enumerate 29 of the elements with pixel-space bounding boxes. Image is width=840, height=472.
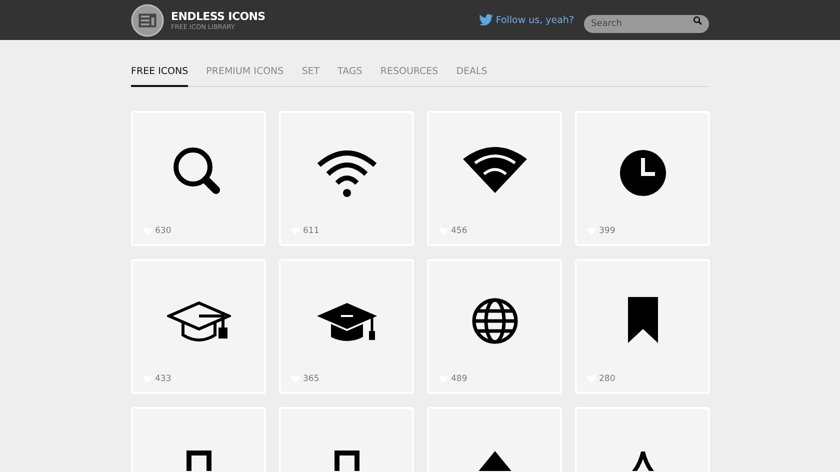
like-count: 611 <box>303 226 320 236</box>
search-icon[interactable] <box>693 16 702 24</box>
site-title[interactable]: ENDLESS ICONS <box>171 10 266 22</box>
logo-icon[interactable] <box>131 4 164 36</box>
nav-tab[interactable]: FREE ICONS <box>131 64 188 87</box>
icon-card[interactable]: 280 <box>575 259 710 394</box>
icon-card[interactable]: 630 <box>131 111 266 246</box>
nav-tab[interactable]: SET <box>302 64 320 87</box>
nav-tab[interactable]: TAGS <box>338 64 362 87</box>
like-count: 280 <box>599 374 616 384</box>
icon-card[interactable]: 489 <box>427 259 562 394</box>
icon-card[interactable]: 399 <box>575 111 710 246</box>
like-count: 365 <box>303 374 320 384</box>
icon-card[interactable]: 611 <box>279 111 414 246</box>
nav-tab[interactable]: DEALS <box>456 64 488 87</box>
icon-card[interactable]: 433 <box>131 259 266 394</box>
nav-tab[interactable]: RESOURCES <box>380 64 438 87</box>
icon-card[interactable]: 456 <box>427 111 562 246</box>
like-count: 399 <box>599 226 616 236</box>
like-count: 630 <box>155 226 172 236</box>
like-count: 489 <box>451 374 468 384</box>
nav-tab[interactable]: PREMIUM ICONS <box>206 64 284 87</box>
bird-icon[interactable] <box>478 14 493 26</box>
follow-link[interactable]: Follow us, yeah? <box>496 14 574 26</box>
like-count: 456 <box>451 226 468 236</box>
search-field[interactable]: Search <box>584 15 709 33</box>
like-count: 433 <box>155 374 172 384</box>
icon-card[interactable]: 365 <box>279 259 414 394</box>
triangle-icon <box>476 449 512 471</box>
